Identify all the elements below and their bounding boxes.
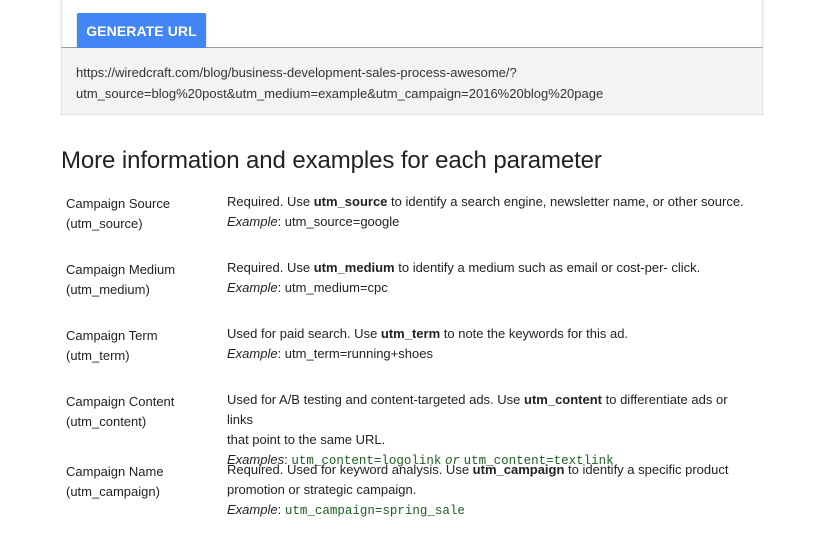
example-value: : utm_term=running+shoes (277, 346, 433, 361)
desc-text: Required. Used for keyword analysis. Use (227, 462, 473, 477)
generated-url-line-1: https://wiredcraft.com/blog/business-dev… (76, 65, 517, 80)
param-key: (utm_campaign) (66, 484, 160, 499)
example-label: Example (227, 346, 278, 361)
param-label: Campaign Name (66, 464, 164, 479)
param-keyword: utm_medium (313, 260, 395, 275)
desc-text: to identify a search engine, newsletter … (387, 194, 744, 209)
url-builder-card: GENERATE URL (61, 0, 763, 48)
generate-url-button[interactable]: GENERATE URL (77, 13, 206, 48)
section-heading: More information and examples for each p… (61, 147, 602, 174)
param-key: (utm_source) (66, 216, 143, 231)
param-description: Required. Use utm_medium to identify a m… (227, 258, 757, 298)
param-key: (utm_term) (66, 348, 130, 363)
param-name: Campaign Term (utm_term) (66, 326, 216, 366)
param-keyword: utm_source (313, 194, 388, 209)
desc-text: Used for A/B testing and content-targete… (227, 392, 525, 407)
param-name: Campaign Medium (utm_medium) (66, 260, 216, 300)
example-code: utm_campaign=spring_sale (284, 504, 465, 518)
desc-text-line-2: promotion or strategic campaign. (227, 482, 417, 497)
example-label: Example (227, 214, 278, 229)
param-key: (utm_medium) (66, 282, 150, 297)
desc-text: Used for paid search. Use (227, 326, 381, 341)
param-label: Campaign Term (66, 328, 158, 343)
desc-text: Required. Use (227, 194, 314, 209)
param-name: Campaign Source (utm_source) (66, 194, 216, 234)
example-label: Example (227, 502, 278, 517)
param-keyword: utm_content (524, 392, 603, 407)
example-separator: : (277, 502, 285, 517)
param-description: Required. Used for keyword analysis. Use… (227, 460, 757, 521)
param-keyword: utm_term (380, 326, 441, 341)
example-label: Example (227, 280, 278, 295)
generated-url-line-2: utm_source=blog%20post&utm_medium=exampl… (76, 86, 604, 101)
param-label: Campaign Content (66, 394, 175, 409)
desc-text-line-2: that point to the same URL. (227, 432, 386, 447)
param-description: Required. Use utm_source to identify a s… (227, 192, 757, 232)
desc-text: to note the keywords for this ad. (440, 326, 629, 341)
param-description: Used for paid search. Use utm_term to no… (227, 324, 757, 364)
param-keyword: utm_campaign (472, 462, 565, 477)
desc-text: Required. Use (227, 260, 314, 275)
desc-text: to identify a specific product (564, 462, 729, 477)
desc-text: to identify a medium such as email or co… (394, 260, 701, 275)
param-label: Campaign Source (66, 196, 171, 211)
param-name: Campaign Content (utm_content) (66, 392, 216, 432)
param-key: (utm_content) (66, 414, 147, 429)
example-value: : utm_source=google (277, 214, 400, 229)
example-value: : utm_medium=cpc (277, 280, 388, 295)
generated-url-output[interactable]: https://wiredcraft.com/blog/business-dev… (61, 48, 763, 115)
param-label: Campaign Medium (66, 262, 176, 277)
param-description: Used for A/B testing and content-targete… (227, 390, 757, 471)
param-name: Campaign Name (utm_campaign) (66, 462, 216, 502)
